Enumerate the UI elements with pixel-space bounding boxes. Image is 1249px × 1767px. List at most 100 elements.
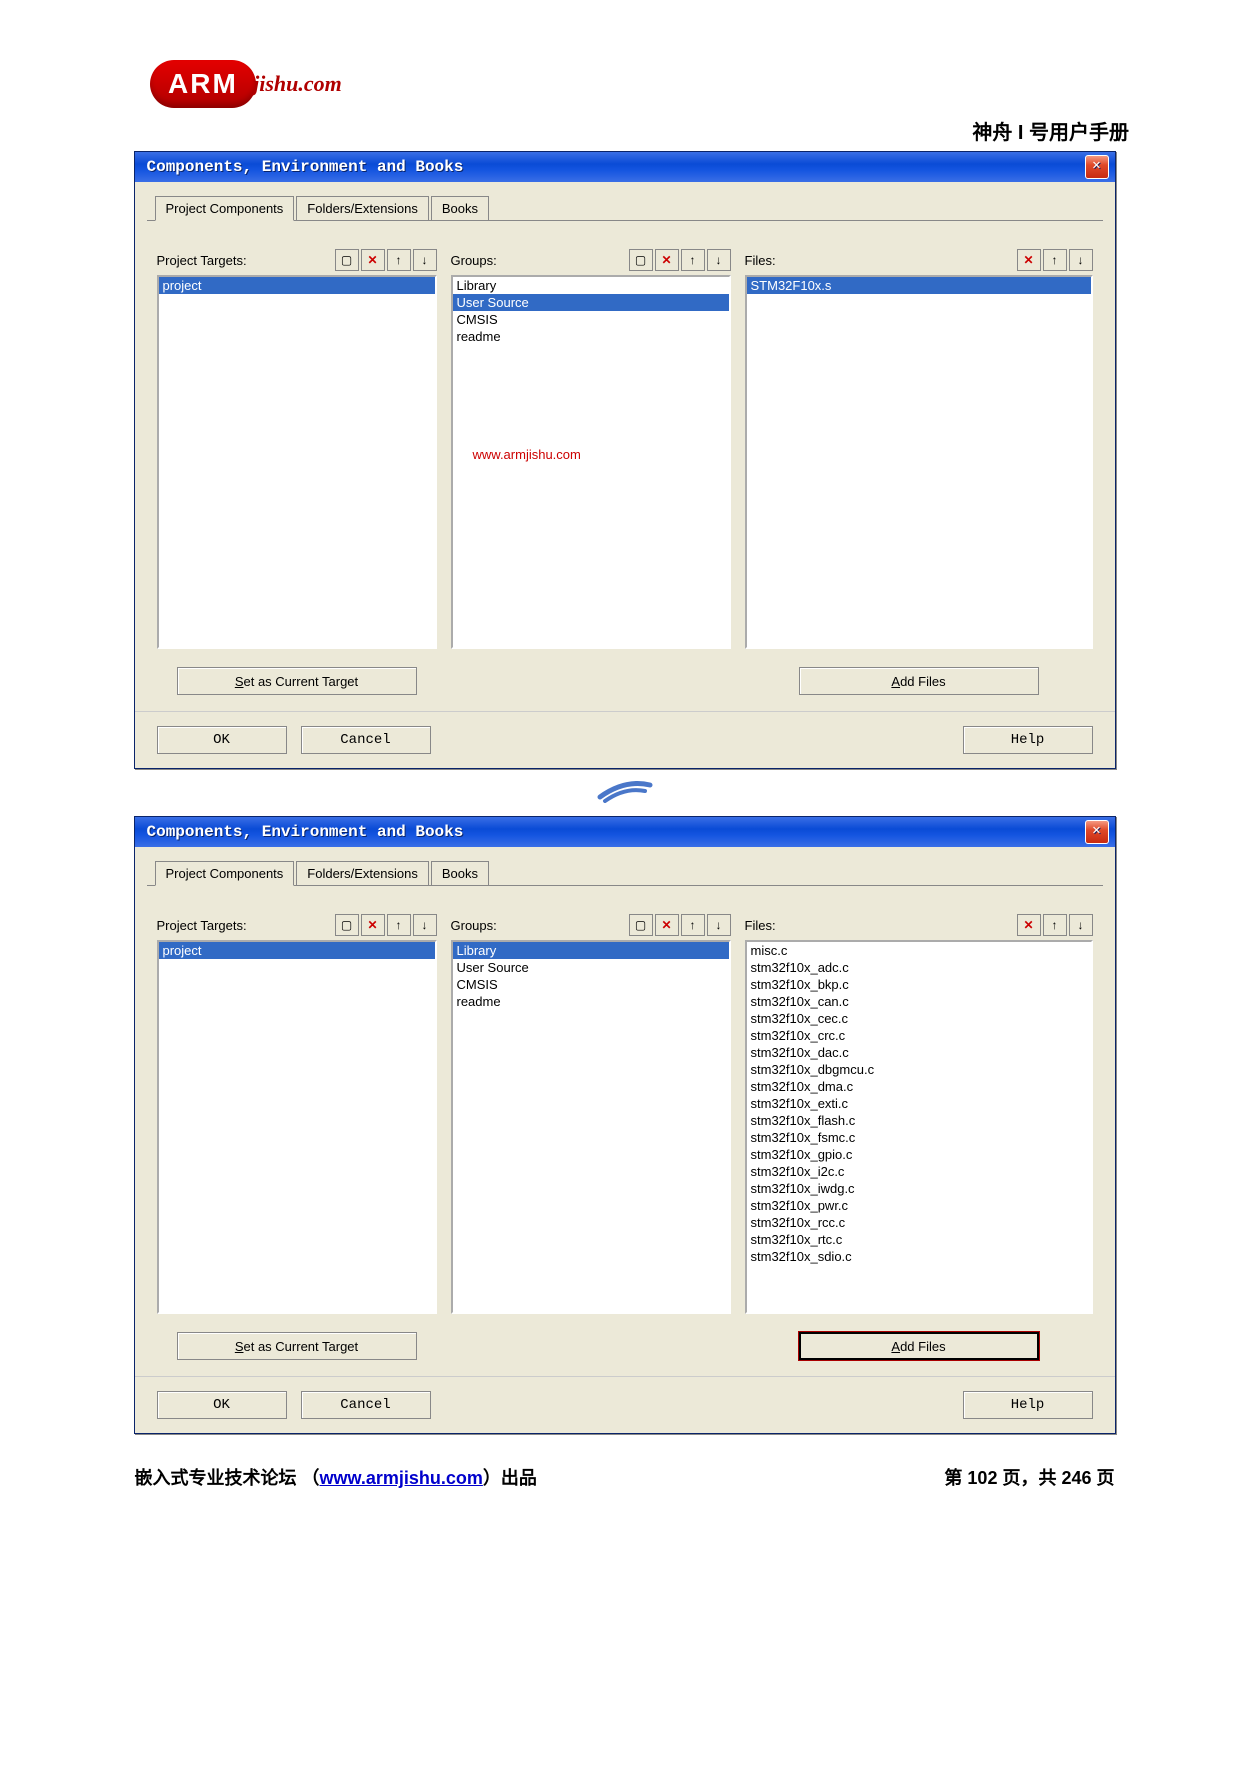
move-group-down-button[interactable]: ↓ — [707, 249, 731, 271]
move-down-icon: ↓ — [716, 253, 722, 267]
list-item[interactable]: project — [159, 277, 435, 294]
tab-books[interactable]: Books — [431, 196, 489, 220]
tab-folders-extensions[interactable]: Folders/Extensions — [296, 861, 429, 885]
list-item[interactable]: stm32f10x_bkp.c — [747, 976, 1091, 993]
list-item[interactable]: Library — [453, 277, 729, 294]
new-group-button[interactable]: ▢ — [629, 249, 653, 271]
move-file-down-button[interactable]: ↓ — [1069, 249, 1093, 271]
delete-icon: ✕ — [367, 918, 377, 932]
cancel-button[interactable]: Cancel — [301, 1391, 431, 1419]
delete-file-button[interactable]: ✕ — [1017, 249, 1041, 271]
move-target-down-button[interactable]: ↓ — [413, 249, 437, 271]
targets-listbox[interactable]: project — [157, 275, 437, 649]
list-item[interactable]: stm32f10x_rtc.c — [747, 1231, 1091, 1248]
files-listbox[interactable]: STM32F10x.s — [745, 275, 1093, 649]
help-button[interactable]: Help — [963, 726, 1093, 754]
files-listbox[interactable]: misc.cstm32f10x_adc.cstm32f10x_bkp.cstm3… — [745, 940, 1093, 1314]
close-button[interactable]: ✕ — [1085, 155, 1109, 179]
ok-button[interactable]: OK — [157, 1391, 287, 1419]
titlebar[interactable]: Components, Environment and Books ✕ — [135, 152, 1115, 182]
delete-icon: ✕ — [367, 253, 377, 267]
list-item[interactable]: readme — [453, 328, 729, 345]
cancel-button[interactable]: Cancel — [301, 726, 431, 754]
move-up-icon: ↑ — [1052, 253, 1058, 267]
move-up-icon: ↑ — [396, 918, 402, 932]
tab-strip: Project Components Folders/Extensions Bo… — [135, 182, 1115, 220]
move-file-down-button[interactable]: ↓ — [1069, 914, 1093, 936]
dialog-title: Components, Environment and Books — [147, 823, 1085, 841]
help-button[interactable]: Help — [963, 1391, 1093, 1419]
list-item[interactable]: stm32f10x_adc.c — [747, 959, 1091, 976]
delete-group-button[interactable]: ✕ — [655, 249, 679, 271]
list-item[interactable]: readme — [453, 993, 729, 1010]
move-group-down-button[interactable]: ↓ — [707, 914, 731, 936]
move-up-icon: ↑ — [690, 918, 696, 932]
move-group-up-button[interactable]: ↑ — [681, 914, 705, 936]
move-up-icon: ↑ — [396, 253, 402, 267]
move-target-up-button[interactable]: ↑ — [387, 914, 411, 936]
set-current-target-button[interactable]: Set as Current Target — [177, 1332, 417, 1360]
tab-folders-extensions[interactable]: Folders/Extensions — [296, 196, 429, 220]
new-target-button[interactable]: ▢ — [335, 249, 359, 271]
list-item[interactable]: User Source — [453, 294, 729, 311]
delete-icon: ✕ — [661, 253, 671, 267]
components-dialog-1: Components, Environment and Books ✕ Proj… — [134, 151, 1116, 769]
list-item[interactable]: stm32f10x_fsmc.c — [747, 1129, 1091, 1146]
dialog-title: Components, Environment and Books — [147, 158, 1085, 176]
targets-listbox[interactable]: project — [157, 940, 437, 1314]
delete-target-button[interactable]: ✕ — [361, 249, 385, 271]
separator-graphic — [135, 779, 1115, 806]
list-item[interactable]: project — [159, 942, 435, 959]
list-item[interactable]: User Source — [453, 959, 729, 976]
page-number: 第 102 页，共 246 页 — [944, 1464, 1114, 1490]
add-files-button[interactable]: Add Files — [799, 667, 1039, 695]
set-current-target-button[interactable]: Set as Current Target — [177, 667, 417, 695]
close-icon: ✕ — [1092, 158, 1100, 174]
set-target-label: et as Current Target — [244, 674, 359, 689]
close-icon: ✕ — [1092, 823, 1100, 839]
tab-project-components[interactable]: Project Components — [155, 861, 295, 886]
move-group-up-button[interactable]: ↑ — [681, 249, 705, 271]
list-item[interactable]: stm32f10x_dbgmcu.c — [747, 1061, 1091, 1078]
delete-target-button[interactable]: ✕ — [361, 914, 385, 936]
list-item[interactable]: stm32f10x_crc.c — [747, 1027, 1091, 1044]
list-item[interactable]: stm32f10x_sdio.c — [747, 1248, 1091, 1265]
new-group-button[interactable]: ▢ — [629, 914, 653, 936]
list-item[interactable]: stm32f10x_gpio.c — [747, 1146, 1091, 1163]
tab-project-components[interactable]: Project Components — [155, 196, 295, 221]
tab-books[interactable]: Books — [431, 861, 489, 885]
list-item[interactable]: Library — [453, 942, 729, 959]
list-item[interactable]: stm32f10x_exti.c — [747, 1095, 1091, 1112]
groups-listbox[interactable]: LibraryUser SourceCMSISreadmewww.armjish… — [451, 275, 731, 649]
move-target-up-button[interactable]: ↑ — [387, 249, 411, 271]
groups-label: Groups: — [451, 918, 627, 933]
list-item[interactable]: stm32f10x_iwdg.c — [747, 1180, 1091, 1197]
list-item[interactable]: stm32f10x_flash.c — [747, 1112, 1091, 1129]
list-item[interactable]: STM32F10x.s — [747, 277, 1091, 294]
ok-button[interactable]: OK — [157, 726, 287, 754]
move-down-icon: ↓ — [422, 918, 428, 932]
list-item[interactable]: CMSIS — [453, 976, 729, 993]
delete-group-button[interactable]: ✕ — [655, 914, 679, 936]
list-item[interactable]: stm32f10x_cec.c — [747, 1010, 1091, 1027]
titlebar[interactable]: Components, Environment and Books ✕ — [135, 817, 1115, 847]
move-target-down-button[interactable]: ↓ — [413, 914, 437, 936]
groups-listbox[interactable]: LibraryUser SourceCMSISreadme — [451, 940, 731, 1314]
list-item[interactable]: stm32f10x_i2c.c — [747, 1163, 1091, 1180]
delete-file-button[interactable]: ✕ — [1017, 914, 1041, 936]
list-item[interactable]: stm32f10x_can.c — [747, 993, 1091, 1010]
move-file-up-button[interactable]: ↑ — [1043, 249, 1067, 271]
list-item[interactable]: stm32f10x_rcc.c — [747, 1214, 1091, 1231]
list-item[interactable]: stm32f10x_dma.c — [747, 1078, 1091, 1095]
move-file-up-button[interactable]: ↑ — [1043, 914, 1067, 936]
list-item[interactable]: stm32f10x_dac.c — [747, 1044, 1091, 1061]
list-item[interactable]: stm32f10x_pwr.c — [747, 1197, 1091, 1214]
list-item[interactable]: CMSIS — [453, 311, 729, 328]
new-target-button[interactable]: ▢ — [335, 914, 359, 936]
close-button[interactable]: ✕ — [1085, 820, 1109, 844]
add-files-button[interactable]: Add Files — [799, 1332, 1039, 1360]
footer-prefix: 嵌入式专业技术论坛 （ — [135, 1468, 320, 1488]
footer-link[interactable]: www.armjishu.com — [320, 1468, 483, 1488]
brand-logo: ARM jishu.com — [150, 60, 1249, 108]
list-item[interactable]: misc.c — [747, 942, 1091, 959]
